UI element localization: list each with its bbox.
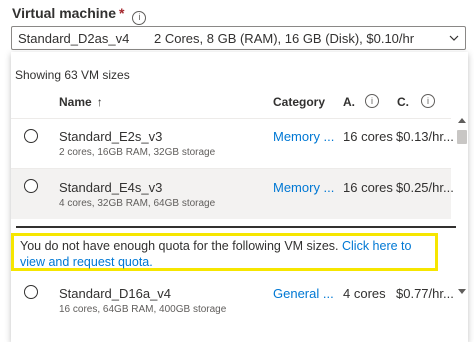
info-icon[interactable]: i (365, 94, 379, 108)
quota-warning-banner: You do not have enough quota for the fol… (11, 233, 438, 271)
vm-count-text: Showing 63 VM sizes (15, 68, 130, 82)
required-asterisk: * (119, 5, 125, 21)
scroll-down-arrow[interactable] (458, 289, 466, 294)
row-vm-cores: 16 cores (343, 180, 393, 195)
quota-message: You do not have enough quota for the fol… (20, 239, 339, 253)
column-header-name[interactable]: Name ↑ (59, 95, 103, 109)
info-icon[interactable]: i (421, 94, 435, 108)
info-icon[interactable]: i (132, 10, 147, 25)
row-vm-cost: $0.77/hr... (396, 286, 454, 301)
quota-warning-text: You do not have enough quota for the fol… (20, 238, 430, 270)
row-vm-category[interactable]: General ... (273, 286, 334, 301)
column-header-c[interactable]: C. (397, 95, 409, 109)
radio-button[interactable] (24, 285, 38, 299)
radio-button[interactable] (24, 179, 38, 193)
row-vm-category[interactable]: Memory ... (273, 129, 334, 144)
scroll-up-arrow[interactable] (458, 118, 466, 123)
row-vm-cores: 4 cores (343, 286, 386, 301)
scrollbar-thumb[interactable] (457, 130, 467, 144)
quota-separator (16, 226, 456, 228)
chevron-down-icon[interactable] (447, 31, 461, 45)
virtual-machine-label-text: Virtual machine (12, 5, 117, 21)
table-row[interactable]: Standard_E4s_v3 4 cores, 32GB RAM, 64GB … (11, 169, 454, 219)
table-row[interactable]: Standard_E2s_v3 2 cores, 16GB RAM, 32GB … (11, 119, 454, 168)
table-row[interactable]: Standard_D16a_v4 16 cores, 64GB RAM, 400… (11, 276, 454, 326)
radio-button[interactable] (24, 129, 38, 143)
row-vm-name: Standard_D16a_v4 (59, 286, 172, 301)
row-vm-name: Standard_E2s_v3 (59, 129, 163, 144)
row-vm-category[interactable]: Memory ... (273, 180, 334, 195)
virtual-machine-label: Virtual machine * i (12, 4, 147, 25)
row-vm-details: 4 cores, 32GB RAM, 64GB storage (59, 198, 216, 209)
column-header-name-label: Name (59, 95, 92, 109)
row-vm-details: 2 cores, 16GB RAM, 32GB storage (59, 147, 216, 158)
selected-vm-specs: 2 Cores, 8 GB (RAM), 16 GB (Disk), $0.10… (154, 31, 415, 46)
row-vm-details: 16 cores, 64GB RAM, 400GB storage (59, 304, 227, 315)
column-header-a[interactable]: A. (343, 95, 355, 109)
vm-size-dropdown[interactable]: Standard_D2as_v4 2 Cores, 8 GB (RAM), 16… (11, 26, 466, 50)
selected-vm-name: Standard_D2as_v4 (18, 31, 130, 46)
row-vm-cost: $0.13/hr... (396, 129, 454, 144)
row-vm-cores: 16 cores (343, 129, 393, 144)
column-header-category[interactable]: Category (273, 95, 325, 109)
row-vm-cost: $0.25/hr... (396, 180, 454, 195)
sort-ascending-icon: ↑ (96, 95, 103, 109)
row-vm-name: Standard_E4s_v3 (59, 180, 163, 195)
